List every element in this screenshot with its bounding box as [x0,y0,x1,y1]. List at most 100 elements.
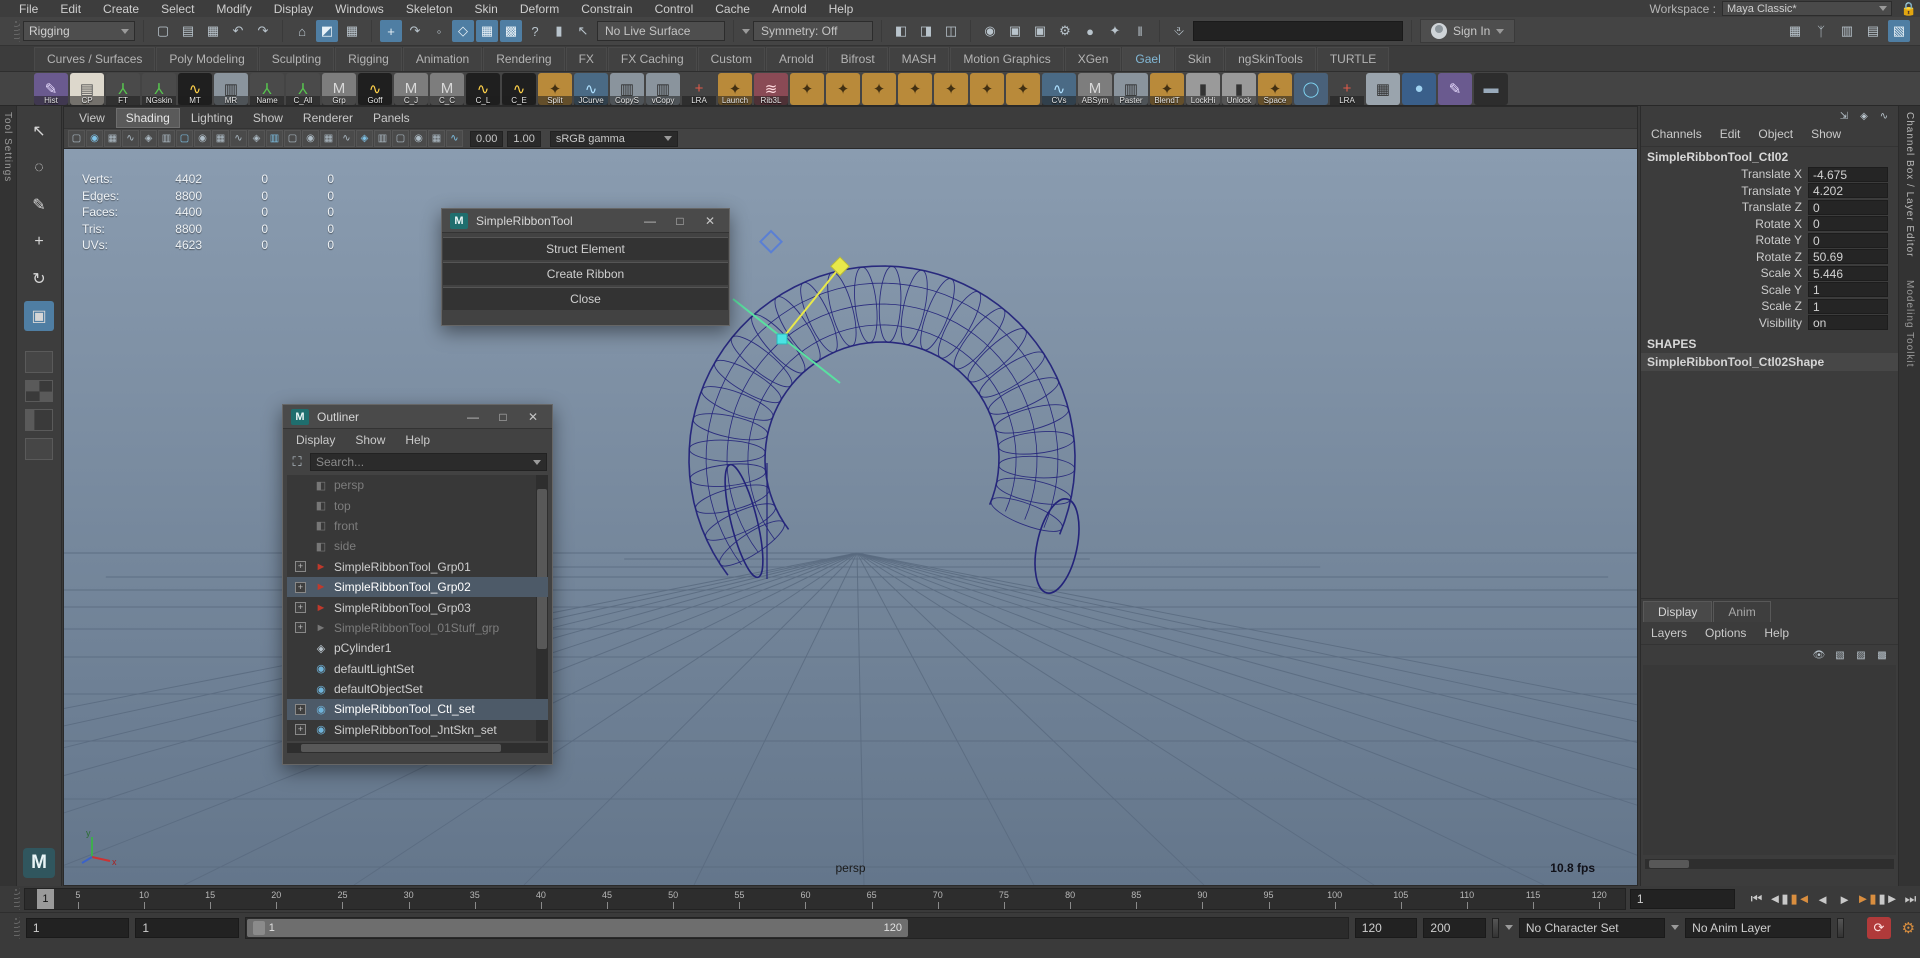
highlight-selection-icon[interactable]: ↖ [572,20,594,42]
shelf-item-brush-39[interactable]: ✎ [1438,73,1472,105]
quick-entry-input[interactable] [1193,21,1403,41]
shelf-tab-poly-modeling[interactable]: Poly Modeling [156,47,257,71]
window-titlebar[interactable]: M Outliner — □ ✕ [283,405,552,429]
open-scene-icon[interactable]: ▤ [177,20,199,42]
toggle-channel-box-icon[interactable]: ▧ [1888,20,1910,42]
go-to-end-button[interactable]: ⏭ [1901,890,1920,909]
outliner-menu-show[interactable]: Show [346,431,394,449]
motion-blur-icon[interactable]: ▦ [428,130,445,147]
expand-icon[interactable]: + [295,724,306,735]
snap-projected-center-icon[interactable]: ◇ [452,20,474,42]
auto-keyframe-toggle[interactable]: ⟳ [1867,917,1890,939]
outliner-item-simpleribbontool_grp03[interactable]: +►SimpleRibbonTool_Grp03 [287,597,548,617]
animation-end-field[interactable]: 200 [1423,918,1486,938]
channel-box-menu-object[interactable]: Object [1750,125,1801,143]
shelf-tab-rigging[interactable]: Rigging [335,47,402,71]
shelf-item-cvs[interactable]: ∿CVs [1042,73,1076,105]
create-ribbon-button[interactable]: Create Ribbon [443,262,728,285]
grease-pencil-icon[interactable]: ▢ [176,130,193,147]
channel-value-field[interactable]: on [1808,315,1888,330]
channel-value-field[interactable]: 0 [1808,200,1888,215]
expand-icon[interactable]: + [295,602,306,613]
playback-speed-slider[interactable] [1492,918,1499,938]
move-tool[interactable]: + [24,227,54,257]
bookmarks-icon[interactable]: ∿ [122,130,139,147]
step-back-frame-button[interactable]: ◄▮ [1769,890,1788,909]
shelf-item-name[interactable]: ⅄Name [250,73,284,105]
shape-node-name[interactable]: SimpleRibbonTool_Ctl02Shape [1641,353,1898,371]
selected-node-name[interactable]: SimpleRibbonTool_Ctl02 [1641,147,1898,166]
resolution-gate-icon[interactable]: ∿ [230,130,247,147]
menu-windows[interactable]: Windows [324,1,395,17]
shelf-item-lra[interactable]: +LRA [682,73,716,105]
menu-select[interactable]: Select [150,1,205,17]
menu-deform[interactable]: Deform [509,1,570,17]
channel-value-field[interactable]: 1 [1808,282,1888,297]
menu-modify[interactable]: Modify [205,1,262,17]
shelf-item-ngskin[interactable]: ⅄NGskin [142,73,176,105]
outliner-item-defaultlightset[interactable]: ◉defaultLightSet [287,659,548,679]
exposure-field[interactable]: 0.00 [470,131,503,147]
symmetry-field[interactable]: Symmetry: Off [753,21,873,41]
layer-visibility-icon[interactable]: 👁 [1811,648,1827,662]
layout-four-pane-button[interactable] [25,380,53,402]
menu-arnold[interactable]: Arnold [761,1,818,17]
wireframe-icon[interactable]: ▦ [320,130,337,147]
gamma-mode-select[interactable]: sRGB gamma [550,131,678,147]
smooth-shade-icon[interactable]: ∿ [338,130,355,147]
shelf-item-lra[interactable]: +LRA [1330,73,1364,105]
range-start-handle[interactable] [253,921,265,935]
snap-view-plane-icon[interactable]: ▦ [476,20,498,42]
close-button[interactable]: Close [443,287,728,310]
lock-camera-icon[interactable]: ◉ [86,130,103,147]
snap-point-icon[interactable]: ◦ [428,20,450,42]
shelf-item-slate-40[interactable]: ▬ [1474,73,1508,105]
select-tool[interactable]: ↖ [24,116,54,146]
playback-start-field[interactable]: 1 [135,918,238,938]
menu-edit[interactable]: Edit [49,1,92,17]
viewport-menu-lighting[interactable]: Lighting [182,109,242,127]
horizontal-scrollbar[interactable] [1645,859,1894,869]
shelf-tab-skin[interactable]: Skin [1175,47,1224,71]
light-editor-icon[interactable]: ✦ [1104,20,1126,42]
shelf-tab-animation[interactable]: Animation [403,47,482,71]
outliner-item-simpleribbontool_01stuff_grp[interactable]: +►SimpleRibbonTool_01Stuff_grp [287,618,548,638]
shelf-tab-sculpting[interactable]: Sculpting [259,47,334,71]
camera-attributes-icon[interactable]: ▦ [104,130,121,147]
expand-icon[interactable]: + [295,622,306,633]
channel-value-field[interactable]: 0 [1808,216,1888,231]
sign-in-button[interactable]: Sign In [1420,19,1515,43]
shelf-item-ring-35[interactable]: ◯ [1294,73,1328,105]
shelf-tab-rendering[interactable]: Rendering [483,47,564,71]
maximize-button[interactable]: □ [669,214,691,228]
shelf-item-jcurve[interactable]: ∿JCurve [574,73,608,105]
new-layer-selected-icon[interactable]: ▨ [1853,648,1869,662]
play-forward-button[interactable]: ► [1835,890,1854,909]
step-forward-frame-button[interactable]: ▮► [1879,890,1898,909]
playback-range-bar[interactable]: 1 120 [247,919,908,937]
shelf-item-gold-22[interactable]: ✦ [826,73,860,105]
shelf-item-gold-26[interactable]: ✦ [970,73,1004,105]
output-operations-icon[interactable]: ◨ [915,20,937,42]
2d-pan-zoom-icon[interactable]: ▥ [158,130,175,147]
film-gate-icon[interactable]: ▦ [212,130,229,147]
snap-curve-icon[interactable]: ↷ [404,20,426,42]
layout-two-pane-button[interactable] [25,409,53,431]
rotate-tool[interactable]: ↻ [24,264,54,294]
shelf-item-split[interactable]: ✦Split [538,73,572,105]
shelf-item-copys[interactable]: ▥CopyS [610,73,644,105]
channel-value-field[interactable]: 1 [1808,299,1888,314]
menu-create[interactable]: Create [92,1,150,17]
channel-value-field[interactable]: -4.675 [1808,167,1888,182]
shelf-item-absym[interactable]: MABSym [1078,73,1112,105]
shelf-item-grp[interactable]: MGrp [322,73,356,105]
toggle-tool-settings-icon[interactable]: ▤ [1862,20,1884,42]
play-backward-button[interactable]: ◄ [1813,890,1832,909]
chevron-down-icon[interactable] [1505,925,1513,930]
shelf-item-gold-21[interactable]: ✦ [790,73,824,105]
layer-editor-menu-options[interactable]: Options [1697,624,1754,642]
tab-modeling-toolkit[interactable]: Modeling Toolkit [1902,274,1917,374]
outliner-item-top[interactable]: ◧top [287,495,548,515]
layout-outliner-persp-button[interactable] [25,438,53,460]
select-camera-icon[interactable]: ▢ [68,130,85,147]
